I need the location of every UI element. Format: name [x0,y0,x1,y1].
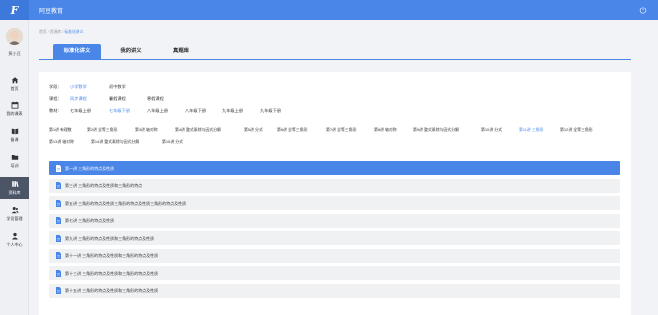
person-icon [11,232,18,240]
lesson-tab[interactable]: 第8讲 轴对称 [374,127,397,133]
nav-item-library[interactable]: 资料库 [0,177,29,199]
filter-label: 教材： [49,108,62,113]
lesson-tab[interactable]: 第3讲 轴对称 [135,127,158,133]
filter-option[interactable]: 七年级下册 [109,108,130,114]
filter-option[interactable]: 小学数学 [70,84,87,90]
nav-label: 资料库 [8,190,21,195]
breadcrumb-separator: / [47,30,49,34]
filter-option[interactable]: 八年级上册 [147,108,168,114]
document-icon [56,217,61,224]
filter-option[interactable]: 九年级上册 [222,108,243,114]
sidebar: 黄小豆 首页 我的课表 备课 培训 资料库 学员管理 个人中心 [0,20,29,315]
tab-standard-handouts[interactable]: 标准化讲义 [53,44,101,59]
filter-option[interactable]: 同步课程 [70,96,87,102]
tab-exam-bank[interactable]: 真题库 [157,44,205,59]
filter-label: 学段： [49,84,62,89]
logo-glyph: F [10,3,19,17]
top-bar: F 阿豆教育 [0,0,658,20]
power-icon[interactable] [639,6,647,14]
nav-label: 学员管理 [6,216,23,221]
content-panel: 学段： 小学数学 初中数学 课程： 同步课程 暑假课程 寒假课程 教材： 七年级… [39,72,631,315]
lesson-tab[interactable]: 第15讲 分式 [162,139,183,145]
lesson-title: 第一讲 三角形的特点及性质 [65,165,115,171]
lesson-title: 第三讲 三角形的特点及性质和三角形的特点 [65,183,143,188]
lesson-title: 第九讲 三角形的特点及性质和三角形的特点及性质 [65,235,155,241]
lesson-item[interactable]: 第十一讲 三角形的特点及性质和三角形的特点及性质 [49,248,620,263]
lesson-title: 第十一讲 三角形的特点及性质和三角形的特点及性质 [65,253,159,258]
breadcrumb: 首页 / 资源库 / 标准化讲义 [39,30,83,35]
filter-option[interactable]: 暑假课程 [109,96,126,102]
filter-option[interactable]: 七年级上册 [70,108,91,114]
lesson-tab[interactable]: 第9讲 整式乘除与因式分解 [413,127,459,133]
nav-label: 备课 [10,137,19,142]
lesson-tab[interactable]: 第10讲 分式 [481,127,502,133]
avatar[interactable] [6,28,23,45]
lesson-tab[interactable]: 第2讲 全等三角形 [87,127,117,133]
nav-item-profile[interactable]: 个人中心 [0,229,29,251]
filter-option[interactable]: 初中数学 [109,84,126,90]
lesson-item[interactable]: 第三讲 三角形的特点及性质和三角形的特点 [49,178,620,193]
lesson-tab[interactable]: 第5讲 分式 [244,127,263,133]
lesson-item[interactable]: 第一讲 三角形的特点及性质 [49,161,620,175]
lesson-title: 第五讲 三角形的特点及性质三角形的特点及性质三角形的特点及性质 [65,200,187,206]
lesson-tab[interactable]: 第6讲 全等三角形 [277,127,307,133]
breadcrumb-library[interactable]: 资源库 [50,30,61,34]
calendar-icon [11,101,18,109]
book-icon [11,128,18,135]
nav-item-home[interactable]: 首页 [0,73,29,95]
document-icon [56,164,61,172]
breadcrumb-home[interactable]: 首页 [39,30,47,34]
document-icon [56,199,61,207]
document-icon [56,234,61,242]
document-icon [56,252,61,259]
lesson-item[interactable]: 第十五讲 三角形的特点及性质和三角形的特点及性质 [49,283,620,298]
nav-item-training[interactable]: 培训 [0,150,29,172]
filter-option[interactable]: 八年级下册 [185,108,206,114]
home-icon [11,77,18,84]
lesson-item[interactable]: 第七讲 三角形的特点及性质 [49,213,620,228]
lesson-item[interactable]: 第五讲 三角形的特点及性质三角形的特点及性质三角形的特点及性质 [49,196,620,210]
filter-label: 课程： [49,96,62,101]
nav-label: 首页 [10,86,19,91]
nav-item-students[interactable]: 学员管理 [0,203,29,225]
lesson-tab[interactable]: 第12讲 全等三角形 [560,127,593,133]
lesson-tab[interactable]: 第14讲 整式乘除与因式分解 [91,139,139,145]
logo[interactable]: F [0,0,29,20]
lesson-title: 第十五讲 三角形的特点及性质和三角形的特点及性质 [65,288,159,293]
lesson-item[interactable]: 第十三讲 三角形的特点及性质和三角形的特点及性质 [49,266,620,280]
breadcrumb-current: 标准化讲义 [64,30,84,34]
tab-my-handouts[interactable]: 我的讲义 [107,44,155,59]
filter-option[interactable]: 九年级下册 [260,108,281,114]
nav-label: 培训 [10,163,19,168]
nav-label: 我的课表 [6,111,23,116]
app-title: 阿豆教育 [39,9,64,15]
lesson-tab[interactable]: 第13讲 轴对称 [49,139,74,145]
document-icon [56,269,61,277]
user-name: 黄小豆 [8,51,21,56]
nav-item-schedule[interactable]: 我的课表 [0,98,29,120]
tab-underline [39,59,631,60]
lesson-title: 第七讲 三角形的特点及性质 [65,218,115,223]
lesson-tab[interactable]: 第7讲 全等三角形 [326,127,356,133]
lesson-item[interactable]: 第九讲 三角形的特点及性质和三角形的特点及性质 [49,231,620,245]
lesson-tab[interactable]: 第1讲 有理数 [49,127,72,133]
nav-item-prepare[interactable]: 备课 [0,124,29,146]
document-icon [56,182,61,189]
library-icon [11,181,19,187]
students-icon [11,207,19,214]
lesson-tab[interactable]: 第4讲 整式乘除与因式分解 [175,127,221,133]
document-icon [56,287,61,294]
lesson-title: 第十三讲 三角形的特点及性质和三角形的特点及性质 [65,270,159,276]
filter-option[interactable]: 寒假课程 [147,96,164,102]
nav-label: 个人中心 [6,242,23,247]
lesson-tab[interactable]: 第11讲 三角形 [519,127,544,133]
folder-icon [11,155,18,160]
